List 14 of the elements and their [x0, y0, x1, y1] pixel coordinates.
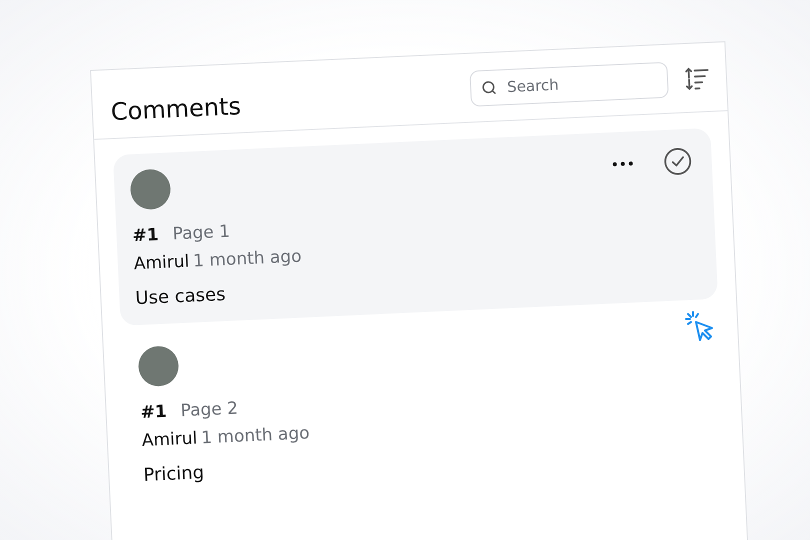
comment-time: 1 month ago [200, 423, 310, 448]
page-label: Page 1 [172, 222, 230, 244]
comment-text: Use cases [134, 283, 227, 310]
comment-card[interactable]: #1 Page 1 Amirul 1 month ago Use cases [112, 128, 718, 326]
comment-number: #1 [132, 225, 160, 246]
comment-time: 1 month ago [192, 246, 302, 272]
author-name: Amirul [133, 252, 190, 274]
cursor-click-icon [684, 310, 716, 342]
comment-number: #1 [140, 402, 168, 424]
panel-title: Comments [110, 91, 243, 126]
author-name: Amirul [141, 428, 198, 452]
search-field[interactable]: Search [469, 62, 669, 107]
comment-text: Pricing [142, 461, 206, 486]
page-label: Page 2 [180, 398, 238, 422]
